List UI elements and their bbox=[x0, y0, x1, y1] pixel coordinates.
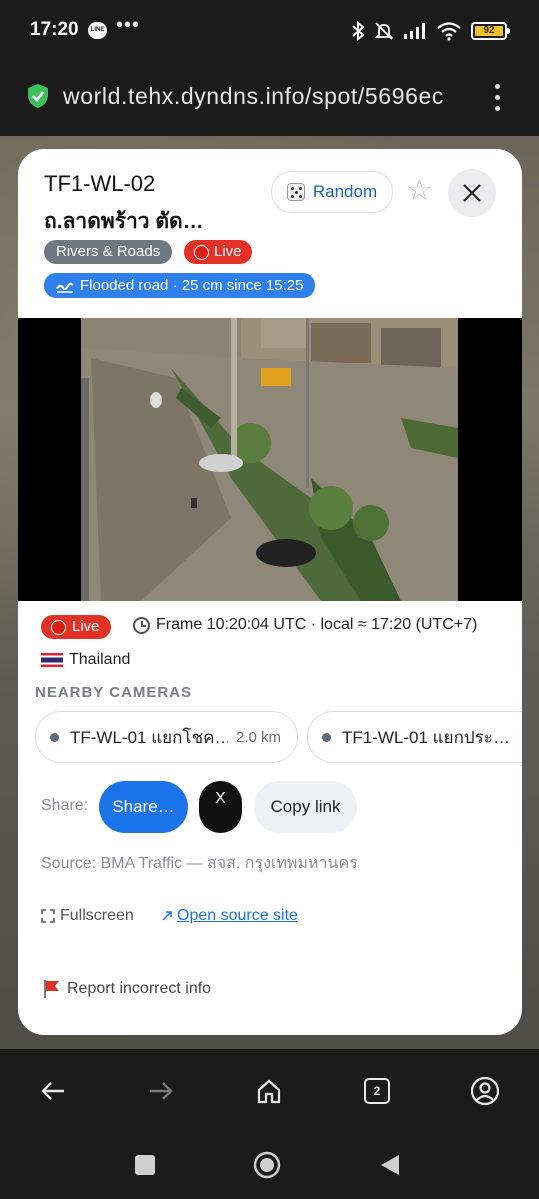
live-badge-secondary: Live bbox=[41, 615, 111, 639]
camera-id: TF1-WL-02 bbox=[44, 171, 156, 196]
share-label: Share: bbox=[41, 797, 89, 814]
close-button[interactable] bbox=[448, 169, 496, 217]
nearby-camera-name: TF1-WL-01 แยกประ… bbox=[342, 727, 510, 747]
status-icons: 92 bbox=[351, 20, 510, 42]
close-icon bbox=[463, 184, 481, 202]
tabs-button[interactable]: 2 bbox=[357, 1071, 397, 1111]
browser-bottom-nav: 2 bbox=[0, 1049, 539, 1199]
fullscreen-label: Fullscreen bbox=[60, 907, 134, 924]
system-back-button[interactable] bbox=[370, 1145, 410, 1185]
random-button[interactable]: Random bbox=[271, 171, 393, 213]
camera-dot-icon bbox=[50, 732, 59, 742]
camera-media[interactable] bbox=[18, 318, 522, 601]
forward-button[interactable] bbox=[141, 1071, 181, 1111]
country-label: Thailand bbox=[41, 651, 130, 669]
open-source-label: Open source site bbox=[177, 907, 298, 924]
vertical-dots-icon[interactable] bbox=[490, 84, 504, 114]
nearby-camera-item[interactable]: TF1-WL-01 แยกประ… bbox=[307, 711, 522, 763]
status-time: 17:20 bbox=[30, 19, 79, 40]
browser-address-bar: world.tehx.dyndns.info/spot/5696ec bbox=[0, 62, 539, 136]
report-label: Report incorrect info bbox=[67, 980, 212, 997]
live-badge: Live bbox=[184, 240, 252, 264]
thailand-flag-icon bbox=[41, 653, 63, 667]
country-text: Thailand bbox=[69, 651, 131, 668]
fullscreen-icon bbox=[41, 909, 55, 923]
signal-icon bbox=[404, 23, 425, 39]
line-app-icon: LINE bbox=[88, 22, 107, 39]
nearby-camera-item[interactable]: TF-WL-01 แยกโชค… 2.0 km bbox=[35, 711, 298, 763]
camera-detail-card: TF1-WL-02 ถ.ลาดพร้าว ตัด… Random ☆ River… bbox=[18, 149, 522, 1035]
camera-name: ถ.ลาดพร้าว ตัด… bbox=[44, 210, 204, 233]
url-field[interactable]: world.tehx.dyndns.info/spot/5696ec bbox=[63, 83, 468, 115]
nearby-cameras-heading: NEARBY CAMERAS bbox=[35, 684, 193, 701]
report-button[interactable]: Report incorrect info bbox=[41, 979, 211, 999]
frame-timestamp: Frame 10:20:04 UTC · local ≈ 17:20 (UTC+… bbox=[133, 616, 477, 634]
battery-icon: 92 bbox=[471, 22, 510, 40]
random-label: Random bbox=[312, 182, 378, 201]
forward-arrow-icon bbox=[150, 1082, 173, 1100]
home-button[interactable] bbox=[249, 1071, 289, 1111]
nearby-camera-distance: 2.0 km bbox=[236, 728, 282, 746]
clock-icon bbox=[133, 616, 150, 634]
triangle-back-icon bbox=[381, 1155, 399, 1175]
recents-button[interactable] bbox=[125, 1145, 165, 1185]
bluetooth-icon bbox=[352, 21, 365, 41]
live-label: Live bbox=[72, 618, 100, 635]
category-badge: Rivers & Roads bbox=[44, 240, 173, 264]
back-arrow-icon bbox=[41, 1082, 64, 1100]
camera-dot-icon bbox=[322, 732, 331, 742]
flood-status-text: Flooded road · 25 cm since 15:25 bbox=[80, 276, 304, 294]
flood-status-badge: Flooded road · 25 cm since 15:25 bbox=[44, 273, 316, 298]
square-icon bbox=[135, 1155, 155, 1175]
back-button[interactable] bbox=[33, 1071, 73, 1111]
nearby-camera-name: TF-WL-01 แยกโชค… bbox=[70, 727, 228, 747]
system-home-button[interactable] bbox=[247, 1145, 287, 1185]
wifi-icon bbox=[437, 22, 461, 41]
dice-icon bbox=[286, 183, 305, 201]
external-arrow-icon bbox=[162, 911, 172, 921]
more-notifications-icon: ••• bbox=[116, 14, 141, 36]
source-attribution: Source: BMA Traffic — สจส. กรุงเทพมหานคร bbox=[41, 855, 358, 872]
red-circle-icon bbox=[51, 619, 66, 635]
status-bar: 17:20 LINE ••• 92 bbox=[0, 0, 539, 62]
red-circle-icon bbox=[194, 244, 209, 260]
copy-link-button[interactable]: Copy link bbox=[254, 781, 357, 833]
account-icon bbox=[470, 1076, 500, 1106]
share-button[interactable]: Share… bbox=[99, 781, 188, 833]
account-button[interactable] bbox=[465, 1071, 505, 1111]
star-icon[interactable]: ☆ bbox=[406, 176, 433, 206]
fullscreen-button[interactable]: Fullscreen bbox=[41, 907, 134, 925]
tabs-icon: 2 bbox=[364, 1078, 390, 1104]
camera-snapshot bbox=[81, 318, 458, 601]
shield-check-icon[interactable] bbox=[26, 83, 50, 109]
circle-home-icon bbox=[253, 1151, 281, 1179]
home-icon bbox=[257, 1079, 281, 1104]
open-source-link[interactable]: Open source site bbox=[161, 907, 298, 925]
live-label: Live bbox=[214, 243, 242, 260]
frame-timestamp-text: Frame 10:20:04 UTC · local ≈ 17:20 (UTC+… bbox=[156, 616, 478, 633]
mute-bell-icon bbox=[374, 22, 394, 40]
share-x-button[interactable]: X bbox=[199, 781, 242, 833]
wave-icon bbox=[56, 282, 74, 293]
red-flag-icon bbox=[44, 980, 59, 998]
